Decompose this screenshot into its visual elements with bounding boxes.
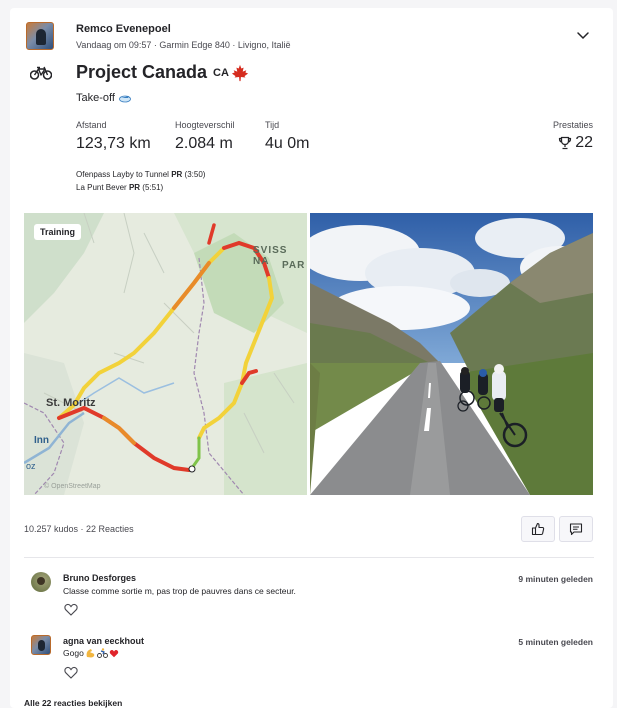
kudos-button[interactable] xyxy=(521,516,555,542)
heart-outline-icon[interactable] xyxy=(64,603,78,616)
stat-value: 2.084 m xyxy=(175,135,233,152)
airplane-cloud-icon xyxy=(119,95,131,103)
activity-card: Remco Evenepoel Vandaag om 09:57 · Garmi… xyxy=(10,8,613,708)
commenter-avatar[interactable] xyxy=(31,572,51,592)
stat-label: Hoogteverschil xyxy=(175,120,235,130)
stat-distance: Afstand 123,73 km xyxy=(76,120,151,153)
stat-elevation: Hoogteverschil 2.084 m xyxy=(175,120,235,153)
achievements-value: 22 xyxy=(575,134,593,151)
comment-button[interactable] xyxy=(559,516,593,542)
activity-title-text: Project Canada xyxy=(76,62,208,82)
map-label-park-2: PAR xyxy=(282,260,306,271)
bike-icon xyxy=(30,66,52,80)
athlete-name[interactable]: Remco Evenepoel xyxy=(76,23,171,35)
map-label-town: St. Moritz xyxy=(46,397,96,409)
comment-time: 9 minuten geleden xyxy=(518,574,593,584)
commenter-name[interactable]: Bruno Desforges xyxy=(63,573,136,583)
stat-value: 4u 0m xyxy=(265,135,310,152)
comment-text: Classe comme sortie m, pas trop de pauvr… xyxy=(63,586,296,596)
segment-effort[interactable]: La Punt Bever PR (5:51) xyxy=(76,183,163,192)
map-label-extra: oz xyxy=(26,461,36,471)
comment-time: 5 minuten geleden xyxy=(518,637,593,647)
description-text: Take-off xyxy=(76,92,115,104)
commenter-avatar[interactable] xyxy=(31,635,51,655)
stat-value: 123,73 km xyxy=(76,135,151,152)
stat-label: Afstand xyxy=(76,120,107,130)
segment-time: (3:50) xyxy=(184,170,206,179)
comment-text-value: Gogo xyxy=(63,648,84,658)
map-attribution: © OpenStreetMap xyxy=(44,483,101,490)
activity-title[interactable]: Project Canada CA xyxy=(76,62,249,83)
comment-icon xyxy=(569,523,583,536)
activity-photo[interactable] xyxy=(310,213,593,495)
cyclist-icon xyxy=(96,648,108,658)
heart-outline-icon[interactable] xyxy=(64,666,78,679)
section-divider xyxy=(24,557,594,558)
kudos-summary[interactable]: 10.257 kudos · 22 Reacties xyxy=(24,524,134,534)
commenter-name[interactable]: agna van eeckhout xyxy=(63,636,144,646)
pr-label: PR xyxy=(128,183,141,192)
achievements-count[interactable]: 22 xyxy=(558,134,593,152)
trophy-icon xyxy=(559,136,572,150)
route-map[interactable]: Training SVISS NA PAR St. Moritz Inn oz … xyxy=(24,213,307,495)
segment-time: (5:51) xyxy=(142,183,164,192)
segment-name: La Punt Bever xyxy=(76,183,127,192)
thumbs-up-icon xyxy=(531,522,545,536)
pr-label: PR xyxy=(171,170,183,179)
chevron-down-icon[interactable] xyxy=(576,28,590,42)
activity-description: Take-off xyxy=(76,92,132,104)
comment-text: Gogo xyxy=(63,648,119,658)
flexed-biceps-icon xyxy=(86,649,95,658)
map-badge: Training xyxy=(34,224,82,240)
segment-name: Ofenpass Layby to Tunnel xyxy=(76,170,169,179)
athlete-avatar[interactable] xyxy=(26,22,54,50)
segment-effort[interactable]: Ofenpass Layby to Tunnel PR (3:50) xyxy=(76,170,205,179)
photo-canvas xyxy=(310,213,593,495)
map-label-river: Inn xyxy=(34,435,49,446)
stat-label: Tijd xyxy=(265,120,280,130)
red-heart-icon xyxy=(109,649,119,657)
activity-meta: Vandaag om 09:57 · Garmin Edge 840 · Liv… xyxy=(76,40,291,50)
stat-time: Tijd 4u 0m xyxy=(265,120,309,153)
maple-leaf-icon xyxy=(231,64,249,81)
achievements-label: Prestaties xyxy=(552,120,593,130)
title-badge: CA xyxy=(213,66,229,79)
view-all-comments-link[interactable]: Alle 22 reacties bekijken xyxy=(24,698,122,708)
